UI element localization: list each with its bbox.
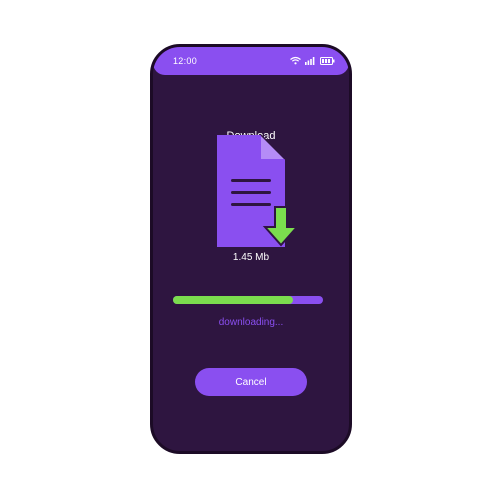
cancel-button[interactable]: Cancel <box>195 368 307 396</box>
battery-icon <box>320 52 335 70</box>
phone-frame: 12:00 1.45 Mb downloading... Cancel <box>150 44 352 454</box>
status-icons <box>290 56 335 66</box>
status-time: 12:00 <box>173 56 198 66</box>
progress-status-text: downloading... <box>218 317 284 328</box>
progress-bar <box>173 296 323 304</box>
wifi-icon <box>290 52 301 70</box>
status-bar: 12:00 <box>153 47 349 75</box>
file-size: 1.45 Mb <box>232 252 270 263</box>
signal-icon <box>305 52 316 70</box>
document-download-icon <box>213 134 301 253</box>
progress-fill <box>173 296 293 304</box>
